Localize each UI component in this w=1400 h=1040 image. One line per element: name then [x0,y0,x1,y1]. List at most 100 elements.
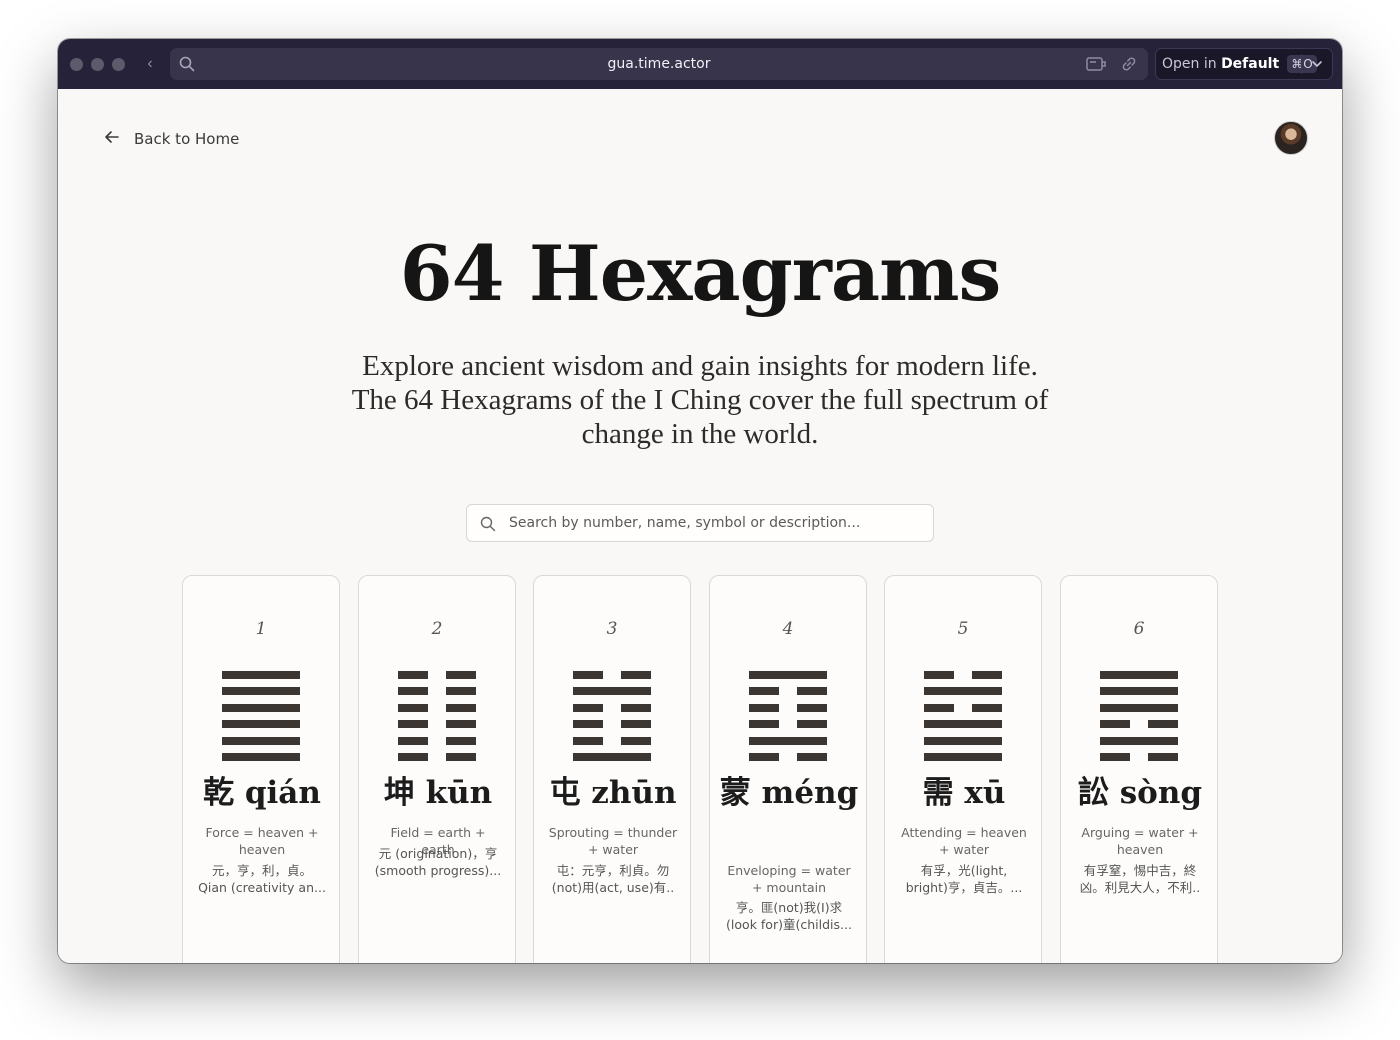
hexagram-description: 亨。匪(not)我(I)求 (look for)童(childis... [724,899,854,933]
open-in-target: Default [1221,56,1280,72]
yang-line [924,736,1002,745]
description-line: 元 (origination)，亨 [378,846,498,861]
yang-line [222,671,300,679]
page-title: 64 Hexagrams [399,229,1002,318]
yang-line [222,753,300,761]
yang-line [924,753,1002,761]
back-to-home-label: Back to Home [134,130,240,148]
yang-line [1100,687,1178,696]
browser-titlebar: ‹ gua.time.actor Open in Default ⌘O [58,39,1342,89]
hexagram-meaning: Enveloping = water + mountain [727,863,851,895]
hexagram-symbol [924,671,1002,761]
yin-line [1100,720,1178,729]
yin-line [398,671,476,679]
minimize-window-button[interactable] [91,57,104,71]
yang-line [924,720,1002,729]
open-in-label: Open in Default [1162,56,1279,72]
page-subtitle: Explore ancient wisdom and gain insights… [351,350,1049,450]
extension-icon[interactable] [1086,55,1106,78]
avatar[interactable] [1274,121,1308,155]
search-icon [179,56,195,77]
search-box[interactable] [466,504,934,542]
yin-line [398,687,476,696]
hexagram-symbol [1100,671,1178,761]
back-to-home-link[interactable]: Back to Home [104,130,239,148]
yang-line [749,671,827,679]
hexagram-meaning: Arguing = water + heaven [1081,825,1199,857]
yin-line [749,720,827,729]
button-divider [1301,54,1302,74]
yang-line [749,736,827,745]
hexagram-meaning: Force = heaven + heaven [205,825,319,857]
hexagram-number: 1 [255,619,267,639]
hexagram-name: 屯 zhūn [549,775,677,811]
hexagram-name: 蒙 méng [719,775,859,811]
hexagram-symbol [222,671,300,761]
hexagram-description: 屯：元亨，利貞。勿 (not)用(act, use)有.. [548,862,678,896]
page-content: Back to Home 64 Hexagrams Explore ancien… [58,89,1342,963]
yin-line [573,736,651,745]
maximize-window-button[interactable] [112,57,125,71]
description-line: 元，亨，利，貞。 [211,863,312,878]
open-in-default-button[interactable]: Open in Default ⌘O [1155,48,1333,80]
hexagram-card[interactable]: 3 屯 zhūn Sprouting = thunder + water 屯：元亨，利… [533,575,691,963]
description-line: 有孚窒，惕中吉，終 [1083,863,1197,878]
hexagram-description: 有孚，光(light, bright)亨，貞吉。... [899,862,1029,896]
hexagram-name: 需 xū [922,775,1006,811]
yang-line [222,703,300,712]
copy-link-icon[interactable] [1120,55,1138,78]
open-in-prefix: Open in [1162,56,1217,72]
hexagram-number: 3 [606,619,618,639]
yang-line [573,753,651,761]
hexagram-name: 坤 kūn [383,775,493,811]
yang-line [924,687,1002,696]
yang-line [1100,703,1178,712]
yin-line [749,753,827,761]
hexagram-meaning: Sprouting = thunder + water [548,825,678,857]
hexagram-card[interactable]: 4 蒙 méng Enveloping = water + mountain 亨。匪(… [709,575,867,963]
yin-line [749,703,827,712]
hexagram-symbol [573,671,651,761]
description-line: Qian (creativity an... [198,880,326,895]
url-text: gua.time.actor [607,56,711,72]
description-line: bright)亨，貞吉。... [905,880,1023,895]
description-line: (smooth progress)... [374,863,502,878]
yang-line [222,736,300,745]
yang-line [573,687,651,696]
window-controls [70,57,125,71]
yang-line [222,720,300,729]
hexagram-description: 元，亨，利，貞。 Qian (creativity an... [197,862,327,896]
search-input[interactable] [509,505,919,541]
yin-line [398,703,476,712]
description-line: 凶。利見大人，不利.. [1079,880,1201,895]
yang-line [1100,736,1178,745]
yin-line [924,671,1002,679]
arrow-left-icon [104,130,120,148]
hexagram-card[interactable]: 2坤 kūn Field = earth + earth 元 (originatio… [358,575,516,963]
chevron-down-icon[interactable] [1310,57,1324,75]
description-line: 有孚，光(light, [920,863,1008,878]
yin-line [1100,753,1178,761]
hexagram-number: 2 [431,619,443,639]
hexagram-symbol [398,671,476,761]
search-icon [480,516,496,537]
description-line: 亨。匪(not)我(I)求 [735,900,843,915]
hexagram-card[interactable]: 6 訟 sòng Arguing = water + heaven 有孚窒，惕中吉，終… [1060,575,1218,963]
hexagram-name: 訟 sòng [1077,775,1203,811]
description-line: (look for)童(childis... [726,917,852,932]
hexagram-card[interactable]: 1 乾 qián Force = heaven + heaven 元，亨，利，貞。 Qi… [182,575,340,963]
yin-line [573,671,651,679]
yin-line [924,703,1002,712]
description-line: 屯：元亨，利貞。勿 [556,863,670,878]
hexagram-symbol [749,671,827,761]
browser-window: ‹ gua.time.actor Open in Default ⌘O [58,39,1342,963]
close-window-button[interactable] [70,57,83,71]
browser-back-icon[interactable]: ‹ [143,55,157,73]
yin-line [398,753,476,761]
address-bar[interactable]: gua.time.actor [170,48,1148,80]
yin-line [573,720,651,729]
yin-line [573,703,651,712]
hexagram-description: 元 (origination)，亨 (smooth progress)... [373,845,503,879]
hexagram-description: 有孚窒，惕中吉，終 凶。利見大人，不利.. [1075,862,1205,896]
hexagram-card[interactable]: 5 需 xū Attending = heaven + water 有孚，光(ligh… [884,575,1042,963]
